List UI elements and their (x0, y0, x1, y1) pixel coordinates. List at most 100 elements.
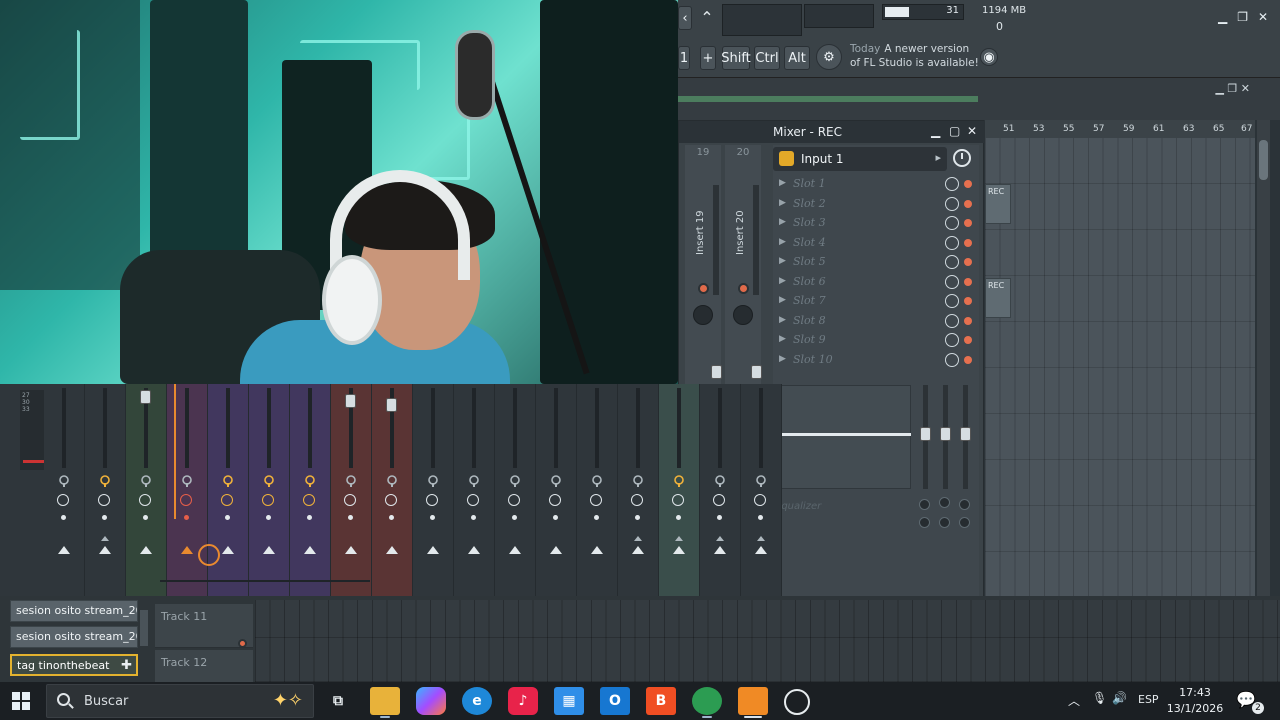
fx-slot[interactable]: ▶ Slot 9 (773, 331, 979, 350)
send-arrow-icon[interactable] (181, 546, 193, 554)
pattern-scrollbar[interactable] (140, 610, 148, 646)
close-icon[interactable]: ✕ (1258, 10, 1268, 24)
playlist-grid[interactable] (985, 138, 1255, 598)
mute-indicator[interactable] (594, 515, 599, 520)
mixer-channel[interactable] (126, 384, 167, 596)
mute-indicator[interactable] (389, 515, 394, 520)
fx-slot[interactable]: ▶ Slot 1 (773, 175, 979, 194)
scroll-thumb[interactable] (1259, 140, 1268, 180)
edge-browser-icon[interactable]: e (462, 687, 492, 715)
expand-icon[interactable]: ▶ (779, 295, 786, 305)
expand-icon[interactable]: ▶ (779, 217, 786, 227)
pan-knob-icon[interactable] (632, 473, 644, 487)
volume-ring-icon[interactable] (672, 494, 684, 506)
mix-knob-icon[interactable] (945, 216, 959, 230)
volume-ring-icon[interactable] (385, 494, 397, 506)
task-view-icon[interactable]: ⧉ (323, 687, 353, 715)
mix-knob-icon[interactable] (945, 294, 959, 308)
mixer-channel[interactable] (536, 384, 577, 596)
mute-indicator[interactable] (307, 515, 312, 520)
send-arrow-icon[interactable] (427, 546, 439, 554)
volume-fader[interactable] (386, 398, 397, 412)
playlist-window-controls[interactable]: ▁ ❐ ✕ (1215, 82, 1250, 95)
update-icon[interactable]: ◉ (980, 48, 998, 66)
microphone-icon[interactable]: 🎙 (1092, 691, 1107, 705)
alt-button[interactable]: Alt (784, 46, 810, 70)
slot-enable-icon[interactable] (964, 239, 972, 247)
pan-knob-icon[interactable] (263, 473, 275, 487)
pan-knob-icon[interactable] (591, 473, 603, 487)
mute-indicator[interactable] (430, 515, 435, 520)
pattern-item[interactable]: sesion osito stream_202.. (10, 600, 138, 622)
playlist-scrollbar[interactable] (1257, 120, 1270, 600)
ctrl-button[interactable]: Ctrl (754, 46, 780, 70)
minimize-icon[interactable]: ▁ (931, 124, 940, 138)
arrow-button[interactable]: ‹ (678, 6, 692, 30)
mixer-channel[interactable] (413, 384, 454, 596)
pan-knob-icon[interactable] (181, 473, 193, 487)
file-explorer-icon[interactable] (370, 687, 400, 718)
mute-indicator[interactable] (553, 515, 558, 520)
mute-indicator[interactable] (61, 515, 66, 520)
volume-ring-icon[interactable] (549, 494, 561, 506)
volume-fader[interactable] (751, 365, 762, 379)
add-icon[interactable]: ✚ (121, 658, 132, 673)
expand-icon[interactable]: ▶ (779, 237, 786, 247)
mixer-channel[interactable] (290, 384, 331, 596)
send-arrow-icon[interactable] (509, 546, 521, 554)
mixer-channel[interactable] (618, 384, 659, 596)
mixer-channel[interactable] (249, 384, 290, 596)
volume-ring-icon[interactable] (754, 494, 766, 506)
mute-indicator[interactable] (348, 515, 353, 520)
eq-band-fader[interactable] (920, 427, 931, 441)
mute-indicator[interactable] (266, 515, 271, 520)
mute-indicator[interactable] (184, 515, 189, 520)
mute-indicator[interactable] (676, 515, 681, 520)
volume-ring-icon[interactable] (98, 494, 110, 506)
pan-knob-icon[interactable] (58, 473, 70, 487)
mixer-title-bar[interactable]: Mixer - REC ▁ ▢ ✕ (679, 121, 985, 143)
mute-indicator[interactable] (635, 515, 640, 520)
obs-record-icon[interactable] (784, 689, 810, 715)
mix-knob-icon[interactable] (945, 255, 959, 269)
mixer-scrollbar[interactable] (160, 580, 370, 582)
mixer-channel[interactable] (659, 384, 700, 596)
fx-slot[interactable]: ▶ Slot 4 (773, 234, 979, 253)
fader-track[interactable] (472, 388, 476, 468)
mixer-channel[interactable] (495, 384, 536, 596)
playlist-ruler[interactable]: 51 53 55 57 59 61 63 65 67 (985, 120, 1255, 138)
eq-band-fader[interactable] (940, 427, 951, 441)
mute-indicator[interactable] (758, 515, 763, 520)
mix-knob-icon[interactable] (945, 353, 959, 367)
pan-knob-icon[interactable] (99, 473, 111, 487)
eq-display[interactable] (775, 385, 911, 489)
send-arrow-icon[interactable] (99, 546, 111, 554)
fx-slot[interactable]: ▶ Slot 8 (773, 312, 979, 331)
volume-ring-icon[interactable] (426, 494, 438, 506)
mixer-channel[interactable] (577, 384, 618, 596)
mix-knob-icon[interactable] (945, 314, 959, 328)
fader-track[interactable] (267, 388, 271, 468)
mixer-channel[interactable] (454, 384, 495, 596)
volume-fader[interactable] (140, 390, 151, 404)
pan-knob-icon[interactable] (304, 473, 316, 487)
brave-browser-icon[interactable]: B (646, 687, 676, 715)
pan-knob-icon[interactable] (509, 473, 521, 487)
record-arm-icon[interactable] (698, 283, 709, 294)
volume-ring-icon[interactable] (590, 494, 602, 506)
input-selector[interactable]: Input 1 ▸ (773, 147, 947, 171)
fx-slot[interactable]: ▶ Slot 7 (773, 292, 979, 311)
expand-icon[interactable]: ▶ (779, 178, 786, 188)
fader-track[interactable] (759, 388, 763, 468)
latency-clock-icon[interactable] (953, 149, 971, 167)
volume-ring-icon[interactable] (57, 494, 69, 506)
mute-indicator[interactable] (225, 515, 230, 520)
send-arrow-icon[interactable] (632, 546, 644, 554)
volume-ring-icon[interactable] (344, 494, 356, 506)
pan-knob-icon[interactable] (222, 473, 234, 487)
eq-knob[interactable] (939, 497, 950, 508)
restore-icon[interactable]: ❐ (1237, 10, 1248, 24)
pan-knob-active[interactable] (198, 544, 220, 566)
pan-knob-icon[interactable] (386, 473, 398, 487)
insert-strip[interactable]: 20 Insert 20 (725, 145, 762, 395)
